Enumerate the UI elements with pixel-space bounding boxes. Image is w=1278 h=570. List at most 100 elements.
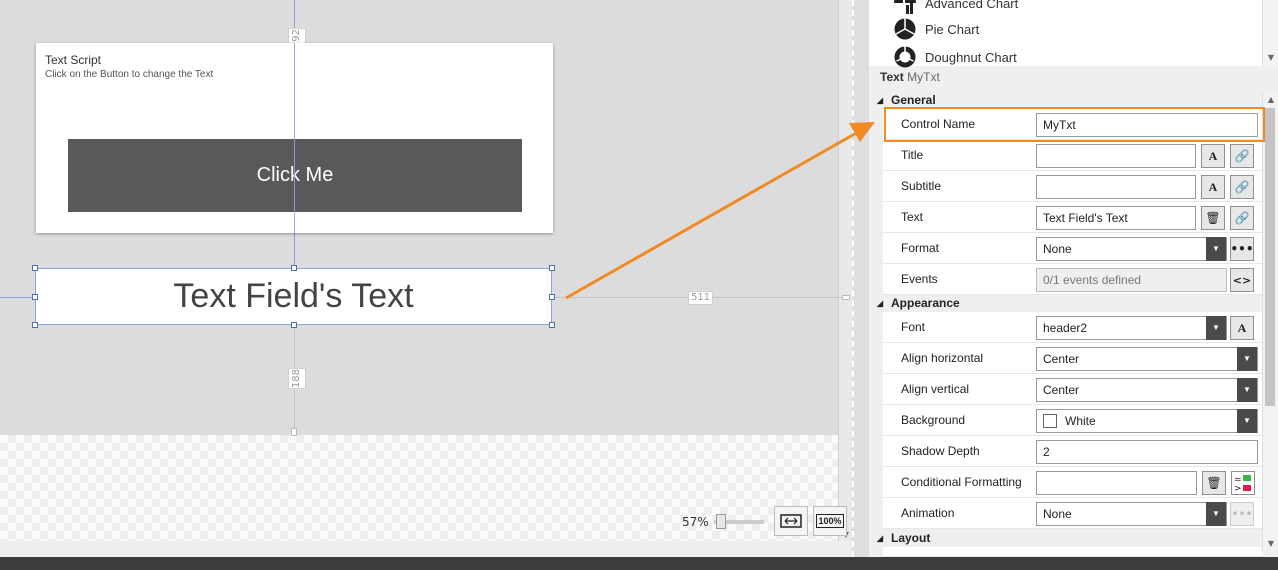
resize-handle-bottom-right[interactable] <box>549 322 555 328</box>
link-icon[interactable]: 🔗 <box>1230 175 1254 199</box>
list-item-label: Pie Chart <box>925 21 980 37</box>
prop-row-title: Title A 🔗 <box>883 140 1262 171</box>
chart-list-scrollbar[interactable]: ▼ <box>1262 0 1278 66</box>
conditional-format-icon[interactable]: = > <box>1231 471 1255 495</box>
properties-panel: Advanced Chart Pie Chart Doughnut Chart … <box>869 0 1278 557</box>
pie-chart-icon <box>894 18 916 40</box>
text-input[interactable]: Text Field's Text <box>1036 206 1196 230</box>
resize-handle-bottom[interactable] <box>291 322 297 328</box>
more-options-icon[interactable]: ••• <box>1230 237 1254 261</box>
section-appearance[interactable]: ◢ Appearance <box>869 295 1262 311</box>
align-vertical-select[interactable]: Center ▼ <box>1036 378 1258 402</box>
align-horizontal-value: Center <box>1043 352 1080 366</box>
resize-handle-top-left[interactable] <box>32 265 38 271</box>
resize-handle-top[interactable] <box>291 265 297 271</box>
list-item-label: Advanced Chart <box>925 0 1019 11</box>
prop-label: Align vertical <box>901 382 970 396</box>
prop-label: Font <box>901 320 926 334</box>
dimension-label-bottom: 188 <box>288 368 306 390</box>
align-vertical-value: Center <box>1043 383 1080 397</box>
format-value: None <box>1043 242 1072 256</box>
prop-row-format: Format None ▼ ••• <box>883 233 1262 264</box>
text-field-text: Text Field's Text <box>173 277 414 315</box>
section-label: Layout <box>891 531 931 545</box>
card-subtitle: Click on the Button to change the Text <box>45 69 214 80</box>
trash-icon[interactable]: 🗑 <box>1202 471 1226 495</box>
dropdown-arrow-icon: ▼ <box>1206 502 1226 526</box>
properties-scroll-thumb[interactable] <box>1265 108 1275 406</box>
prop-row-font: Font header2 ▼ A <box>883 312 1262 343</box>
canvas-horizontal-scrollbar[interactable] <box>0 541 852 557</box>
guide-line-over-card <box>294 43 295 233</box>
guide-end-marker <box>291 428 297 436</box>
control-type: Text <box>880 70 904 84</box>
link-icon[interactable]: 🔗 <box>1230 144 1254 168</box>
trash-icon[interactable]: 🗑 <box>1201 206 1225 230</box>
click-me-button[interactable]: Click Me <box>68 139 522 212</box>
link-icon[interactable]: 🔗 <box>1230 206 1254 230</box>
section-label: Appearance <box>891 296 960 310</box>
prop-label: Format <box>901 241 940 255</box>
zoom-slider-thumb[interactable] <box>716 514 726 529</box>
prop-row-subtitle: Subtitle A 🔗 <box>883 171 1262 202</box>
actual-size-button[interactable]: 100% <box>813 506 847 536</box>
prop-label: Conditional Formatting <box>901 475 1022 489</box>
scroll-up-arrow-icon[interactable]: ▲ <box>1263 92 1278 106</box>
format-select[interactable]: None ▼ <box>1036 237 1227 261</box>
list-item-pie-chart[interactable]: Pie Chart <box>894 18 979 40</box>
resize-handle-bottom-left[interactable] <box>32 322 38 328</box>
color-swatch <box>1043 414 1057 428</box>
fit-width-icon <box>780 514 802 528</box>
background-select[interactable]: White ▼ <box>1036 409 1258 433</box>
text-field-control[interactable]: Text Field's Text <box>35 268 552 325</box>
title-input[interactable] <box>1036 144 1196 168</box>
doughnut-chart-icon <box>894 46 916 68</box>
chart-type-list: Advanced Chart Pie Chart Doughnut Chart <box>869 0 1262 68</box>
dropdown-arrow-icon: ▼ <box>1206 316 1226 340</box>
prop-row-shadow-depth: Shadow Depth 2 <box>883 436 1262 467</box>
splitter[interactable] <box>853 0 869 557</box>
prop-label: Subtitle <box>901 179 942 193</box>
font-value: header2 <box>1043 321 1088 335</box>
resize-handle-right[interactable] <box>549 294 555 300</box>
font-style-icon[interactable]: A <box>1201 144 1225 168</box>
prop-row-text: Text Text Field's Text 🗑 🔗 <box>883 202 1262 233</box>
actual-size-label: 100% <box>816 514 844 528</box>
font-select[interactable]: header2 ▼ <box>1036 316 1227 340</box>
resize-handle-top-right[interactable] <box>549 265 555 271</box>
zoom-level-label: 57% <box>682 515 709 529</box>
dropdown-arrow-icon: ▼ <box>1206 237 1226 261</box>
dropdown-arrow-icon: ▼ <box>1237 347 1257 371</box>
subtitle-input[interactable] <box>1036 175 1196 199</box>
canvas-vertical-scrollbar[interactable]: ▼ <box>838 0 852 541</box>
list-item-advanced-chart[interactable]: Advanced Chart <box>894 0 1018 14</box>
prop-label: Text <box>901 210 924 224</box>
prop-label: Align horizontal <box>901 351 984 365</box>
fit-to-screen-button[interactable] <box>774 506 808 536</box>
collapse-triangle-icon: ◢ <box>876 533 884 543</box>
align-horizontal-select[interactable]: Center ▼ <box>1036 347 1258 371</box>
collapse-triangle-icon: ◢ <box>876 298 884 308</box>
prop-row-events: Events 0/1 events defined <> <box>883 264 1262 295</box>
scroll-down-arrow-icon[interactable]: ▼ <box>1263 50 1278 64</box>
conditional-formatting-field[interactable] <box>1036 471 1197 495</box>
dropdown-arrow-icon: ▼ <box>1237 409 1257 433</box>
scroll-down-arrow-icon[interactable]: ▼ <box>1263 536 1278 550</box>
animation-select[interactable]: None ▼ <box>1036 502 1227 526</box>
shadow-depth-input[interactable]: 2 <box>1036 440 1258 464</box>
list-item-doughnut-chart[interactable]: Doughnut Chart <box>894 46 1017 68</box>
prop-row-partial <box>883 547 1262 557</box>
collapse-triangle-icon: ◢ <box>876 95 884 105</box>
prop-row-background: Background White ▼ <box>883 405 1262 436</box>
section-layout[interactable]: ◢ Layout <box>869 530 1262 546</box>
section-general[interactable]: ◢ General <box>869 92 1262 108</box>
guide-line-horizontal-left <box>0 297 35 298</box>
section-label: General <box>891 93 936 107</box>
prop-label: Events <box>901 272 938 286</box>
code-editor-icon[interactable]: <> <box>1230 268 1254 292</box>
font-style-icon[interactable]: A <box>1201 175 1225 199</box>
resize-handle-left[interactable] <box>32 294 38 300</box>
more-options-disabled-icon: ••• <box>1230 502 1254 526</box>
prop-row-conditional-formatting: Conditional Formatting 🗑 = > <box>883 467 1262 498</box>
font-style-icon[interactable]: A <box>1230 316 1254 340</box>
